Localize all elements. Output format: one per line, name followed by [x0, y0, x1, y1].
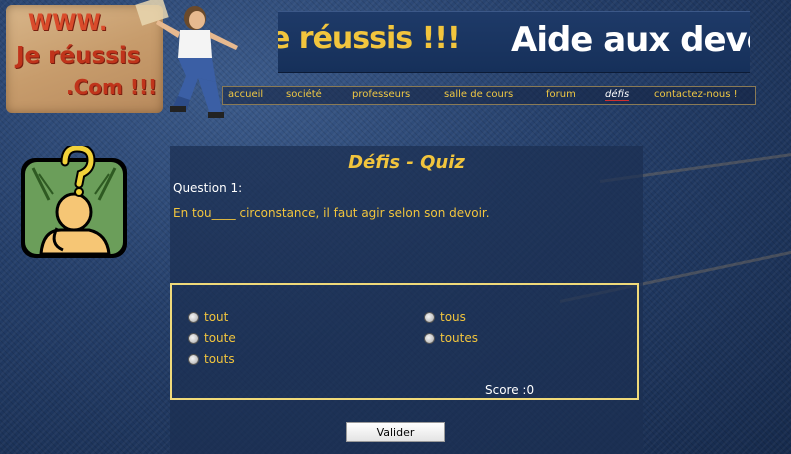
nav-item-societe[interactable]: société [286, 89, 322, 100]
question-label: Question 1: [173, 181, 243, 195]
valider-button[interactable]: Valider [346, 422, 445, 442]
header-banner: e réussis !!! Aide aux devoirs [278, 11, 750, 73]
option-label: toute [204, 331, 236, 345]
radio-button[interactable] [424, 311, 435, 323]
logo-line-2: Je réussis [16, 43, 141, 69]
option-label: tout [204, 310, 229, 324]
option-touts[interactable]: touts [188, 352, 235, 366]
nav-item-salle-de-cours[interactable]: salle de cours [444, 89, 513, 100]
banner-text-left: e réussis !!! [278, 21, 461, 56]
site-logo[interactable]: WWW. Je réussis .Com !!! [6, 5, 163, 113]
main-nav: accueil société professeurs salle de cou… [222, 86, 756, 105]
logo-line-1: WWW. [28, 11, 108, 36]
radio-button[interactable] [188, 332, 199, 344]
nav-item-contact[interactable]: contactez-nous ! [654, 89, 738, 100]
banner-text-right: Aide aux devoirs [511, 20, 750, 60]
nav-item-accueil[interactable]: accueil [228, 89, 263, 100]
nav-item-defis[interactable]: défis [605, 89, 630, 101]
radio-button[interactable] [188, 353, 199, 365]
jumping-person-image [156, 6, 238, 118]
option-label: tous [440, 310, 466, 324]
nav-item-forum[interactable]: forum [546, 89, 576, 100]
radio-button[interactable] [188, 311, 199, 323]
page-title: Défis - Quiz [348, 152, 465, 173]
answer-box: tout toute touts tous toutes Score :0 [170, 283, 639, 400]
option-toutes[interactable]: toutes [424, 331, 478, 345]
option-toute[interactable]: toute [188, 331, 236, 345]
quiz-panel: Défis - Quiz Question 1: En tou____ circ… [170, 146, 643, 454]
option-tous[interactable]: tous [424, 310, 466, 324]
thinking-person-icon [21, 146, 127, 258]
option-label: toutes [440, 331, 478, 345]
radio-button[interactable] [424, 332, 435, 344]
score-display: Score :0 [485, 383, 535, 397]
option-tout[interactable]: tout [188, 310, 228, 324]
nav-item-professeurs[interactable]: professeurs [352, 89, 410, 100]
logo-line-3: .Com !!! [66, 75, 158, 99]
question-text: En tou____ circonstance, il faut agir se… [173, 206, 490, 220]
option-label: touts [204, 352, 235, 366]
